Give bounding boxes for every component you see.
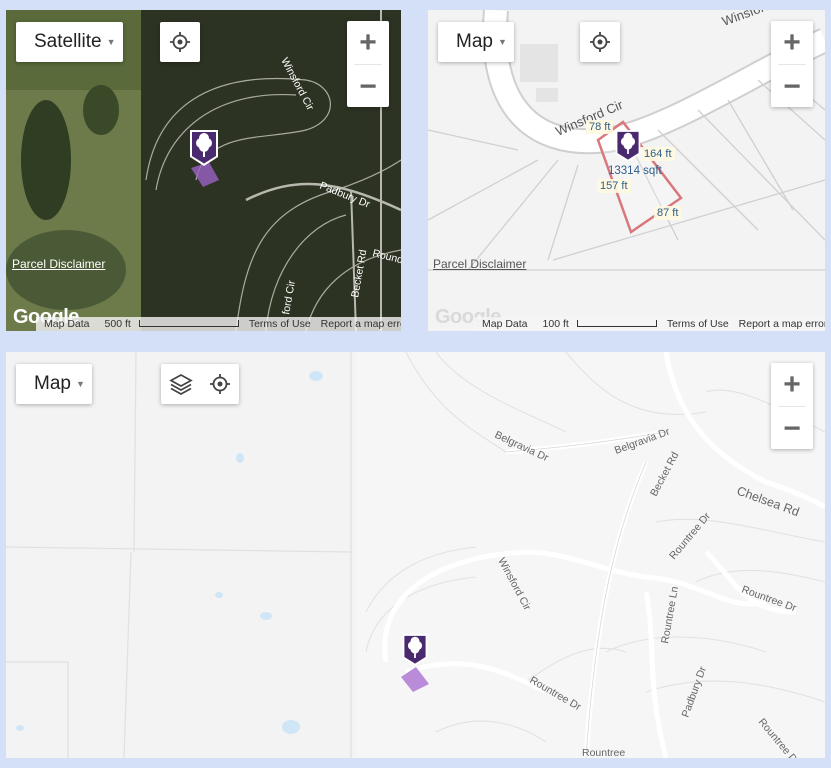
measurement-left: 157 ft bbox=[597, 179, 631, 193]
dropdown-caret-icon: ▼ bbox=[75, 379, 85, 389]
map-type-label: Map bbox=[34, 373, 71, 394]
parcel-area-label: 13314 sqft bbox=[608, 165, 662, 177]
map-type-selector[interactable]: Map ▼ bbox=[438, 22, 514, 62]
dropdown-caret-icon: ▼ bbox=[106, 37, 116, 47]
satellite-map-panel[interactable]: Winsford Cir Padbury Dr Becket Rd Round … bbox=[6, 10, 401, 331]
locate-button[interactable] bbox=[200, 364, 239, 404]
scale-label: 500 ft bbox=[95, 318, 244, 330]
locate-button[interactable] bbox=[580, 22, 620, 62]
terms-link[interactable]: Terms of Use bbox=[662, 318, 734, 330]
scale-bar bbox=[576, 320, 657, 327]
scale-bar bbox=[138, 320, 239, 327]
report-error-link[interactable]: Report a map error bbox=[734, 318, 825, 330]
tree-marker-icon[interactable] bbox=[613, 128, 643, 164]
zoom-out-button[interactable]: − bbox=[771, 407, 813, 450]
scale-label: 100 ft bbox=[533, 318, 662, 330]
locate-button[interactable] bbox=[160, 22, 200, 62]
locate-icon bbox=[209, 374, 230, 394]
zoom-in-button[interactable]: + bbox=[771, 21, 813, 64]
parcel-disclaimer-link[interactable]: Parcel Disclaimer bbox=[433, 257, 526, 271]
parcel-disclaimer-link[interactable]: Parcel Disclaimer bbox=[12, 257, 105, 271]
map-data-link[interactable]: Map Data bbox=[39, 318, 95, 330]
report-error-link[interactable]: Report a map error bbox=[316, 318, 401, 330]
locate-icon bbox=[590, 32, 610, 52]
overview-map-panel[interactable]: Belgravia Dr Belgravia Dr Becket Rd Chel… bbox=[6, 352, 825, 758]
layers-icon bbox=[168, 374, 193, 395]
terms-link[interactable]: Terms of Use bbox=[244, 318, 316, 330]
tree-marker-icon[interactable] bbox=[187, 128, 221, 168]
dropdown-caret-icon: ▼ bbox=[497, 37, 507, 47]
zoom-control: + − bbox=[771, 363, 813, 449]
zoom-out-button[interactable]: − bbox=[347, 65, 389, 108]
tree-marker-icon[interactable] bbox=[400, 632, 430, 668]
map-data-link[interactable]: Map Data bbox=[477, 318, 533, 330]
map-footer: Map Data 100 ft Terms of Use Report a ma… bbox=[474, 317, 825, 331]
zoom-out-button[interactable]: − bbox=[771, 65, 813, 108]
road-label: Rountree bbox=[582, 747, 625, 758]
map-type-label: Satellite bbox=[34, 31, 102, 52]
overview-map[interactable]: Belgravia Dr Belgravia Dr Becket Rd Chel… bbox=[6, 352, 825, 758]
zoom-in-button[interactable]: + bbox=[771, 363, 813, 406]
measurement-top: 78 ft bbox=[586, 120, 614, 134]
map-tools-group bbox=[161, 364, 239, 404]
map-type-selector[interactable]: Satellite ▼ bbox=[16, 22, 123, 62]
map-type-label: Map bbox=[456, 31, 493, 52]
zoom-control: + − bbox=[771, 21, 813, 107]
zoom-control: + − bbox=[347, 21, 389, 107]
map-footer: Map Data 500 ft Terms of Use Report a ma… bbox=[36, 317, 401, 331]
layers-button[interactable] bbox=[161, 364, 200, 404]
map-type-selector[interactable]: Map ▼ bbox=[16, 364, 92, 404]
parcel-detail-map-panel[interactable]: Winsford Cir Winsford 78 ft 164 ft 13314… bbox=[428, 10, 825, 331]
measurement-right: 164 ft bbox=[641, 147, 675, 161]
measurement-bottom: 87 ft bbox=[654, 206, 682, 220]
zoom-in-button[interactable]: + bbox=[347, 21, 389, 64]
locate-icon bbox=[170, 32, 190, 52]
